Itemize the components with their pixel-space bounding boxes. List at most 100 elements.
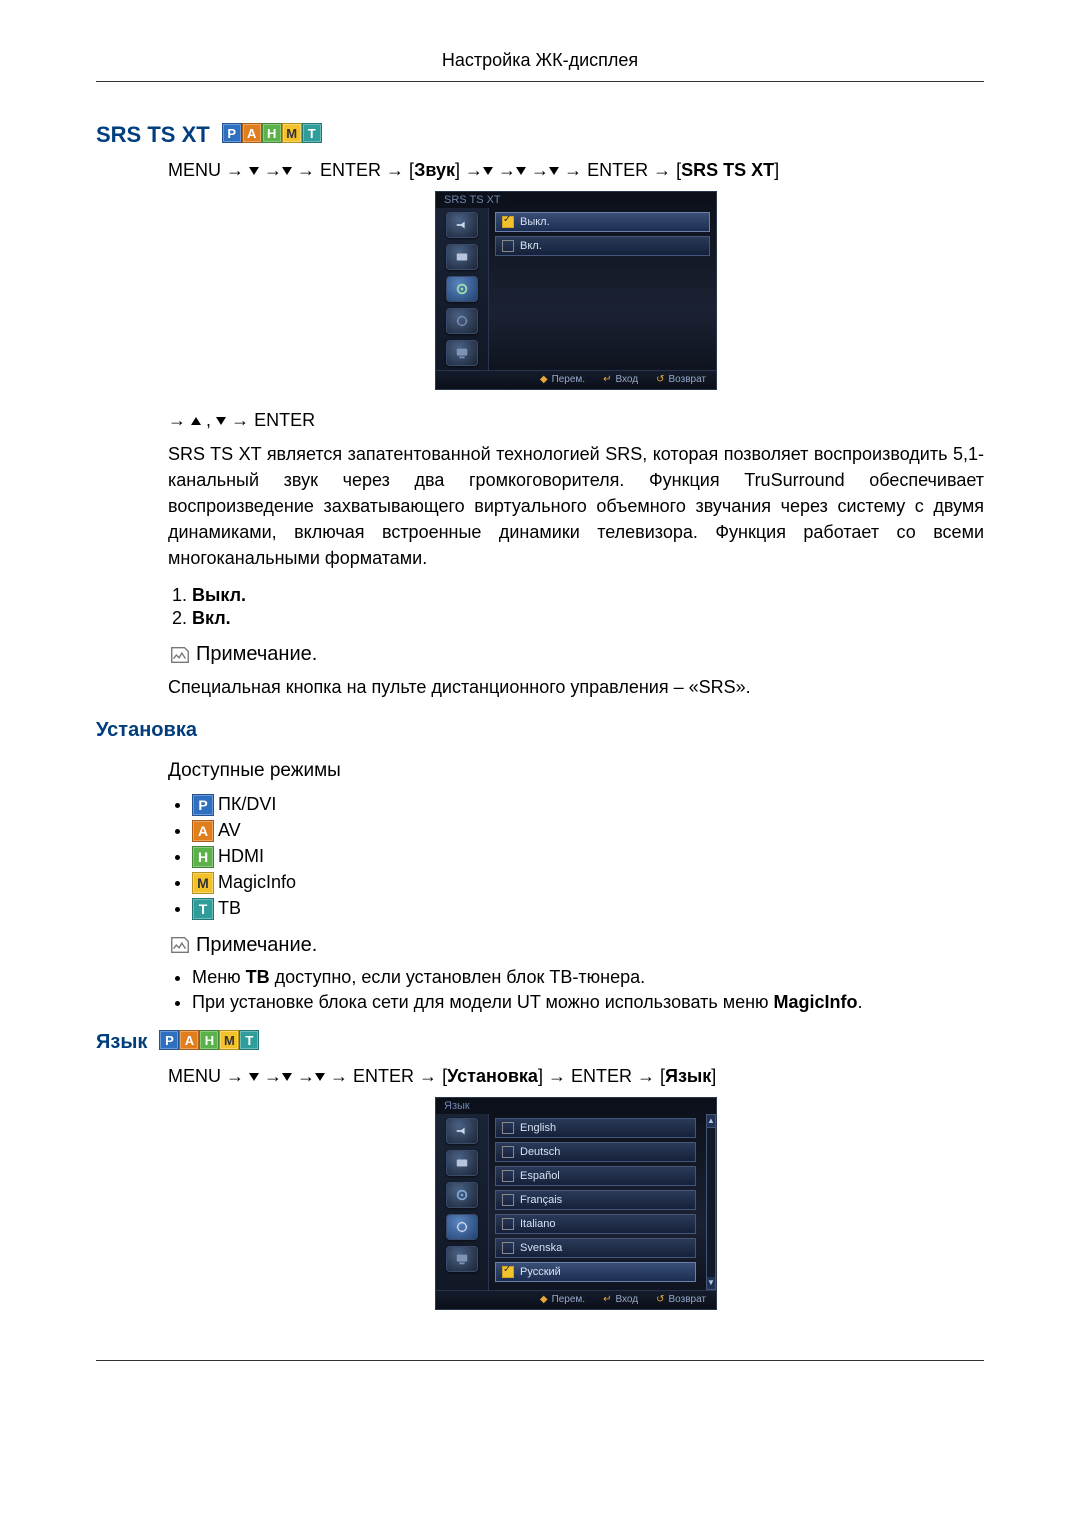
page-title: Настройка ЖК-дисплея [442, 50, 638, 70]
osd-sidebar-icon-selected [446, 1214, 478, 1240]
mode-badge-t: T [302, 123, 322, 143]
mode-badge-p: P [159, 1030, 179, 1050]
osd-sidebar-icon [446, 244, 478, 270]
osd-item[interactable]: English [495, 1118, 696, 1138]
mode-item: TТВ [192, 898, 984, 920]
srs-nav-path-2: → , → ENTER [168, 410, 984, 431]
mode-badge-t: T [239, 1030, 259, 1050]
lang-nav-path: MENU → → → → ENTER → [Установка] → ENTER… [168, 1066, 984, 1087]
osd-sidebar-icon [446, 212, 478, 238]
down-arrow-icon [315, 1073, 325, 1081]
osd-title: Язык [436, 1098, 716, 1114]
osd-check-on-icon [502, 216, 514, 228]
osd-check-off-icon [502, 1146, 514, 1158]
mode-badge-m: M [282, 123, 302, 143]
section-title-language: Язык P A H M T [96, 1031, 984, 1054]
mode-item: PПК/DVI [192, 794, 984, 816]
section-title-setup: Установка [96, 719, 984, 742]
osd-sidebar-icon [446, 308, 478, 334]
osd-scrollbar[interactable]: ▲ ▼ [706, 1114, 716, 1290]
move-icon: ◆ [540, 1294, 548, 1305]
osd-item[interactable]: Español [495, 1166, 696, 1186]
note-bullets: Меню TB доступно, если установлен блок Т… [192, 967, 984, 1013]
enter-icon: ↵ [603, 374, 611, 385]
move-icon: ◆ [540, 374, 548, 385]
mode-strip: P A H M T [222, 123, 322, 143]
mode-item: MMagicInfo [192, 872, 984, 894]
osd-check-off-icon [502, 1218, 514, 1230]
srs-heading-text: SRS TS XT [96, 122, 210, 148]
page-footer-rule [96, 1360, 984, 1361]
mode-badge-m: M [192, 872, 214, 894]
mode-badge-p: P [192, 794, 214, 816]
osd-check-off-icon [502, 1242, 514, 1254]
mode-badge-a: A [242, 123, 262, 143]
osd-item[interactable]: Italiano [495, 1214, 696, 1234]
down-arrow-icon [249, 1073, 259, 1081]
osd-scroll-up[interactable]: ▲ [706, 1114, 716, 1128]
osd-check-off-icon [502, 1194, 514, 1206]
osd-sidebar-icon [446, 340, 478, 366]
down-arrow-icon [516, 167, 526, 175]
options-list: Выкл. Вкл. [192, 585, 984, 629]
osd-item-list: Выкл. Вкл. [489, 208, 716, 370]
osd-scroll-down[interactable]: ▼ [706, 1277, 716, 1290]
osd-item[interactable]: Русский [495, 1262, 696, 1282]
note-icon [168, 644, 192, 666]
osd-sidebar [436, 208, 489, 370]
osd-check-off-icon [502, 1122, 514, 1134]
srs-description: SRS TS XT является запатентованной техно… [168, 441, 984, 571]
osd-check-off-icon [502, 240, 514, 252]
mode-badge-t: T [192, 898, 214, 920]
osd-menu-language: Язык English Deutsch Español Français It… [435, 1097, 717, 1310]
return-icon: ↺ [656, 374, 664, 385]
option-item: Выкл. [192, 585, 984, 606]
osd-item-list: English Deutsch Español Français Italian… [489, 1114, 702, 1290]
note-heading: Примечание. [168, 643, 984, 666]
osd-sidebar-icon-selected [446, 276, 478, 302]
osd-item[interactable]: Deutsch [495, 1142, 696, 1162]
note-bullet: При установке блока сети для модели UT м… [192, 992, 984, 1013]
note-bullet: Меню TB доступно, если установлен блок Т… [192, 967, 984, 988]
down-arrow-icon [483, 167, 493, 175]
osd-footer: ◆Перем. ↵Вход ↺Возврат [436, 370, 716, 389]
osd-footer: ◆Перем. ↵Вход ↺Возврат [436, 1290, 716, 1309]
osd-item[interactable]: Svenska [495, 1238, 696, 1258]
down-arrow-icon [282, 1073, 292, 1081]
modes-list: PПК/DVI AAV HHDMI MMagicInfo TТВ [192, 794, 984, 920]
srs-nav-path-1: MENU → → → ENTER → [Звук] → → → → ENTER … [168, 160, 984, 181]
note-heading: Примечание. [168, 934, 984, 957]
osd-sidebar-icon [446, 1150, 478, 1176]
mode-badge-h: H [199, 1030, 219, 1050]
mode-strip: P A H M T [159, 1030, 259, 1050]
down-arrow-icon [549, 167, 559, 175]
srs-note-text: Специальная кнопка на пульте дистанционн… [168, 674, 984, 700]
option-item: Вкл. [192, 608, 984, 629]
osd-menu-srs: SRS TS XT Выкл. Вкл. [435, 191, 717, 390]
modes-subtitle: Доступные режимы [168, 760, 984, 782]
mode-item: HHDMI [192, 846, 984, 868]
osd-item[interactable]: Вкл. [495, 236, 710, 256]
osd-item[interactable]: Français [495, 1190, 696, 1210]
osd-scroll-track[interactable] [706, 1128, 716, 1277]
down-arrow-icon [249, 167, 259, 175]
osd-sidebar-icon [446, 1182, 478, 1208]
note-icon [168, 934, 192, 956]
mode-badge-h: H [262, 123, 282, 143]
osd-sidebar-icon [446, 1246, 478, 1272]
down-arrow-icon [216, 417, 226, 425]
down-arrow-icon [282, 167, 292, 175]
mode-item: AAV [192, 820, 984, 842]
enter-icon: ↵ [603, 1294, 611, 1305]
osd-check-on-icon [502, 1266, 514, 1278]
mode-badge-h: H [192, 846, 214, 868]
mode-badge-p: P [222, 123, 242, 143]
page-header: Настройка ЖК-дисплея [96, 50, 984, 82]
osd-check-off-icon [502, 1170, 514, 1182]
mode-badge-a: A [192, 820, 214, 842]
osd-sidebar-icon [446, 1118, 478, 1144]
osd-item[interactable]: Выкл. [495, 212, 710, 232]
return-icon: ↺ [656, 1294, 664, 1305]
mode-badge-m: M [219, 1030, 239, 1050]
osd-title: SRS TS XT [436, 192, 716, 208]
